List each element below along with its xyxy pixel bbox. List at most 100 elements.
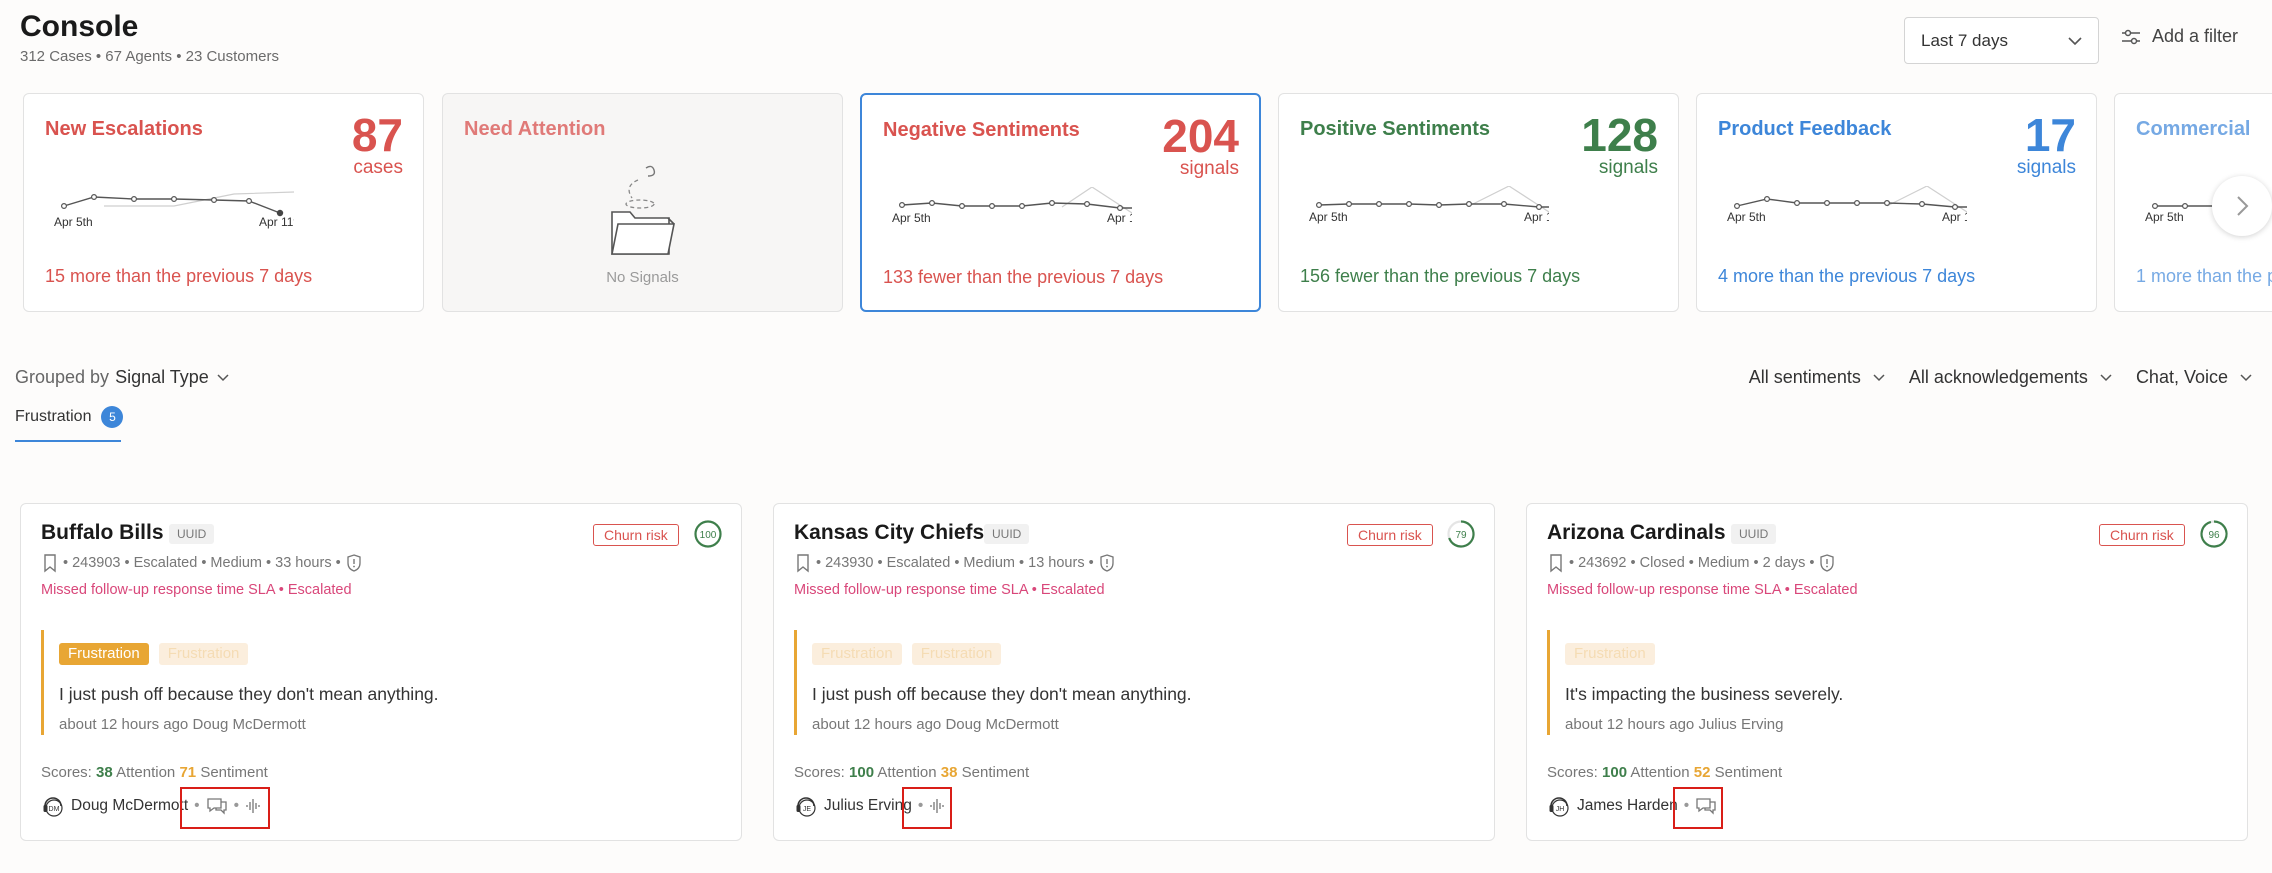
sla-warning: Missed follow-up response time SLA • Esc…	[794, 582, 1105, 598]
case-scores: Scores: 38 Attention 71 Sentiment	[41, 764, 268, 781]
add-filter-button[interactable]: Add a filter	[2120, 26, 2238, 47]
uuid-badge[interactable]: UUID	[169, 524, 215, 544]
signal-tag[interactable]: Frustration	[911, 643, 1002, 665]
case-card-buffalo-bills[interactable]: Buffalo Bills UUID Churn risk 100 • 2439…	[20, 503, 742, 841]
sliders-icon	[2122, 29, 2140, 44]
signal-tag[interactable]: Frustration	[812, 643, 902, 665]
stat-footer: 4 more than the previous 7 days	[1718, 266, 1976, 286]
date-range-select[interactable]: Last 7 days	[1904, 17, 2099, 64]
sentiment-score: 52	[1693, 764, 1711, 781]
trend-sparkline: Apr 5th Apr 11th	[1309, 186, 1549, 224]
stat-footer: 15 more than the previous 7 days	[45, 266, 313, 286]
quote-meta: about 12 hours ago Doug McDermott	[812, 716, 1059, 733]
case-meta-text: • 243930 • Escalated • Medium • 13 hours…	[816, 555, 1094, 571]
shield-info-icon[interactable]	[345, 553, 363, 573]
channel-filter[interactable]: Chat, Voice	[2136, 367, 2254, 388]
attention-label: Attention	[116, 764, 176, 781]
shield-info-icon[interactable]	[1818, 553, 1836, 573]
empty-folder-icon	[610, 165, 675, 255]
group-by-label: Grouped by	[15, 367, 110, 387]
bookmark-icon[interactable]	[41, 553, 59, 573]
bookmark-icon[interactable]	[794, 553, 812, 573]
x-start-label: Apr 5th	[1309, 210, 1348, 224]
uuid-badge[interactable]: UUID	[984, 524, 1030, 544]
stat-card-new-escalations[interactable]: New Escalations 87 cases Apr 5th Apr 11t…	[23, 93, 424, 312]
filter-label: Chat, Voice	[2135, 367, 2228, 387]
sentiment-score: 71	[179, 764, 197, 781]
case-scores: Scores: 100 Attention 52 Sentiment	[1547, 764, 1782, 781]
tab-count-badge: 5	[101, 406, 124, 428]
quote-text: It's impacting the business severely.	[1565, 684, 1844, 704]
score-ring: 96	[2200, 520, 2228, 548]
carousel-next-button[interactable]	[2212, 176, 2272, 236]
sla-status: Escalated	[1793, 582, 1858, 598]
scores-label: Scores:	[41, 764, 92, 781]
customer-name: Kansas City Chiefs	[794, 521, 985, 544]
page-title: Console	[20, 10, 139, 43]
stat-card-need-attention[interactable]: Need Attention No Signals	[442, 93, 843, 312]
x-end-label: Apr 11th	[259, 215, 294, 229]
bookmark-icon[interactable]	[1547, 553, 1565, 573]
headset-avatar-icon: JH	[1549, 797, 1569, 817]
empty-state-text: No Signals	[606, 269, 679, 286]
churn-risk-badge: Churn risk	[2099, 524, 2185, 546]
attention-score: 100	[849, 764, 875, 781]
sla-warning: Missed follow-up response time SLA • Esc…	[1547, 582, 1858, 598]
scores-label: Scores:	[794, 764, 845, 781]
stat-value: 87	[351, 109, 403, 161]
score-value: 79	[1455, 530, 1467, 541]
trend-sparkline: Apr 5th Apr 11th	[54, 191, 294, 229]
agent-initials: DM	[49, 806, 60, 813]
agent-initials: JE	[803, 806, 812, 813]
page-subtitle: 312 Cases • 67 Agents • 23 Customers	[20, 48, 279, 65]
stat-title: Product Feedback	[1718, 118, 1892, 140]
group-by-value: Signal Type	[115, 367, 209, 387]
highlight-box	[180, 787, 270, 829]
signal-quote: Frustration Frustration I just push off …	[794, 630, 1474, 735]
stat-value: 204	[1162, 110, 1239, 162]
scores-label: Scores:	[1547, 764, 1598, 781]
stat-card-negative-sentiments[interactable]: Negative Sentiments 204 signals Apr 5th …	[860, 93, 1261, 312]
case-meta-text: • 243692 • Closed • Medium • 2 days •	[1569, 555, 1815, 571]
score-ring: 100	[694, 520, 722, 548]
empty-state: No Signals	[443, 160, 842, 286]
signal-tags: Frustration	[1565, 643, 1655, 665]
sla-text: Missed follow-up response time SLA	[794, 582, 1028, 598]
stat-card-positive-sentiments[interactable]: Positive Sentiments 128 signals Apr 5th …	[1278, 93, 1679, 312]
signal-quote: Frustration Frustration I just push off …	[41, 630, 721, 735]
x-start-label: Apr 5th	[54, 215, 93, 229]
highlight-box	[902, 787, 952, 829]
tab-frustration[interactable]: Frustration 5	[15, 406, 124, 428]
attention-score: 100	[1602, 764, 1628, 781]
date-range-value: Last 7 days	[1921, 30, 2008, 50]
stat-card-product-feedback[interactable]: Product Feedback 17 signals Apr 5th Apr …	[1696, 93, 2097, 312]
agent-name[interactable]: James Harden	[1577, 797, 1678, 815]
signal-tag[interactable]: Frustration	[59, 643, 149, 665]
sentiment-filter[interactable]: All sentiments	[1749, 367, 1887, 388]
score-value: 96	[2208, 530, 2220, 541]
signal-tag[interactable]: Frustration	[158, 643, 249, 665]
chevron-down-icon	[1873, 373, 1885, 381]
attention-score: 38	[96, 764, 113, 781]
uuid-badge[interactable]: UUID	[1731, 524, 1777, 544]
stat-value: 128	[1581, 109, 1658, 161]
chevron-down-icon	[2100, 373, 2112, 381]
chevron-down-icon	[2240, 373, 2252, 381]
x-end-label: Apr 11th	[1942, 210, 1967, 224]
stat-title: Need Attention	[464, 118, 606, 140]
agent-name[interactable]: Doug McDermott	[71, 797, 188, 815]
active-tab-indicator	[15, 440, 121, 442]
signal-tags: Frustration Frustration	[59, 643, 249, 665]
group-by-select[interactable]: Grouped by Signal Type	[15, 367, 231, 388]
agent-name[interactable]: Julius Erving	[824, 797, 912, 815]
acknowledgement-filter[interactable]: All acknowledgements	[1909, 367, 2114, 388]
case-card-kansas-city-chiefs[interactable]: Kansas City Chiefs UUID Churn risk 79 • …	[773, 503, 1495, 841]
case-card-arizona-cardinals[interactable]: Arizona Cardinals UUID Churn risk 96 • 2…	[1526, 503, 2248, 841]
sentiment-score: 38	[940, 764, 958, 781]
signal-tag[interactable]: Frustration	[1565, 643, 1655, 665]
score-ring: 79	[1447, 520, 1475, 548]
stat-card-carousel: New Escalations 87 cases Apr 5th Apr 11t…	[23, 93, 2272, 313]
shield-info-icon[interactable]	[1098, 553, 1116, 573]
headset-avatar-icon: JE	[796, 797, 816, 817]
trend-sparkline: Apr 5th Apr 11th	[1727, 186, 1967, 224]
